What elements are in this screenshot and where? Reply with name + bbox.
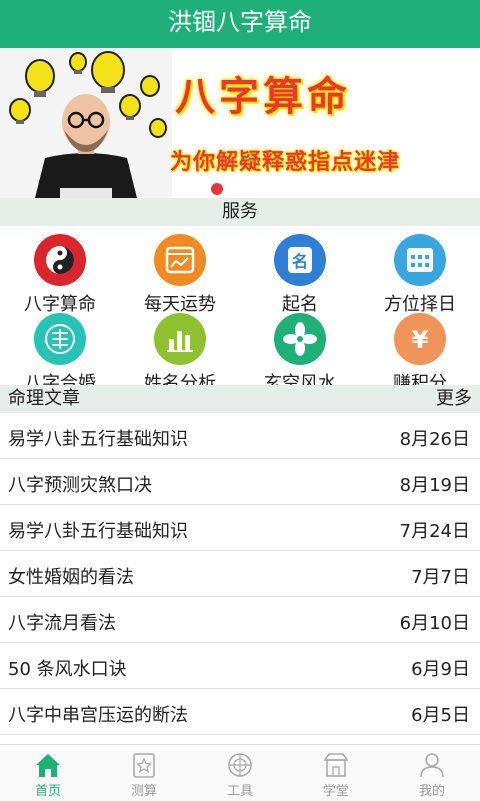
compass-icon bbox=[225, 750, 255, 780]
service-earn-points[interactable]: ¥ 赚积分 bbox=[360, 309, 480, 394]
banner-carousel[interactable]: 八字算命 为你解疑释惑指点迷津 bbox=[0, 48, 480, 198]
tab-label: 工具 bbox=[226, 784, 253, 799]
article-date: 6月9日 bbox=[411, 659, 470, 680]
svg-text:¥: ¥ bbox=[412, 326, 429, 354]
articles-title: 命理文章 bbox=[8, 388, 80, 409]
article-title: 易学八卦五行基础知识 bbox=[8, 429, 188, 450]
article-date: 7月24日 bbox=[399, 521, 470, 542]
yin-yang-icon bbox=[34, 234, 86, 286]
bottom-tab-bar: 首页 测算 工具 学堂 我的 bbox=[0, 744, 480, 801]
user-icon bbox=[417, 750, 447, 780]
banner-subline: 为你解疑释惑指点迷津 bbox=[170, 150, 401, 175]
article-list: 易学八卦五行基础知识 8月26日 八字预测灾煞口决 8月19日 易学八卦五行基础… bbox=[0, 413, 480, 735]
services-section-header: 服务 bbox=[0, 198, 480, 226]
service-date-selection[interactable]: 方位择日 bbox=[360, 230, 480, 315]
article-date: 6月10日 bbox=[399, 613, 470, 634]
service-marriage[interactable]: 八字合婚 bbox=[0, 309, 120, 394]
tab-label: 学堂 bbox=[322, 784, 349, 799]
tab-profile[interactable]: 我的 bbox=[384, 745, 480, 801]
home-icon bbox=[33, 750, 63, 780]
double-happiness-icon bbox=[34, 313, 86, 365]
app-title: 洪锢八字算命 bbox=[168, 8, 312, 36]
services-title: 服务 bbox=[222, 201, 258, 222]
banner-image bbox=[0, 48, 172, 198]
article-title: 女性婚姻的看法 bbox=[8, 567, 134, 588]
list-item[interactable]: 八字中串宫压运的断法 6月5日 bbox=[0, 689, 480, 735]
articles-section-header: 命理文章 更多 bbox=[0, 385, 480, 413]
bar-chart-icon bbox=[154, 313, 206, 365]
list-item[interactable]: 50 条风水口诀 6月9日 bbox=[0, 643, 480, 689]
more-link[interactable]: 更多 bbox=[436, 385, 472, 413]
banner-headline: 八字算命 bbox=[175, 74, 351, 120]
list-item[interactable]: 女性婚姻的看法 7月7日 bbox=[0, 551, 480, 597]
calendar-grid-icon bbox=[394, 234, 446, 286]
tab-calculate[interactable]: 测算 bbox=[96, 745, 192, 801]
list-item[interactable]: 易学八卦五行基础知识 7月24日 bbox=[0, 505, 480, 551]
service-daily-fortune[interactable]: 每天运势 bbox=[120, 230, 240, 315]
list-item[interactable]: 八字预测灾煞口决 8月19日 bbox=[0, 459, 480, 505]
tab-label: 首页 bbox=[34, 784, 61, 799]
article-date: 8月19日 bbox=[399, 475, 470, 496]
service-name-analysis[interactable]: 姓名分析 bbox=[120, 309, 240, 394]
service-fengshui[interactable]: 玄空风水 bbox=[240, 309, 360, 394]
school-icon bbox=[321, 750, 351, 780]
svg-text:名: 名 bbox=[292, 252, 308, 271]
article-date: 6月5日 bbox=[411, 705, 470, 726]
list-item[interactable]: 易学八卦五行基础知识 8月26日 bbox=[0, 413, 480, 459]
yen-icon: ¥ bbox=[394, 313, 446, 365]
tab-label: 测算 bbox=[130, 784, 157, 799]
article-title: 易学八卦五行基础知识 bbox=[8, 521, 188, 542]
article-date: 8月26日 bbox=[399, 429, 470, 450]
star-book-icon bbox=[129, 750, 159, 780]
list-item[interactable]: 八字流月看法 6月10日 bbox=[0, 597, 480, 643]
tab-home[interactable]: 首页 bbox=[0, 745, 96, 801]
fan-icon bbox=[274, 313, 326, 365]
article-date: 7月7日 bbox=[411, 567, 470, 588]
article-title: 八字流月看法 bbox=[8, 613, 116, 634]
tab-school[interactable]: 学堂 bbox=[288, 745, 384, 801]
name-tag-icon: 名 bbox=[274, 234, 326, 286]
service-naming[interactable]: 名 起名 bbox=[240, 230, 360, 315]
calendar-chart-icon bbox=[154, 234, 206, 286]
article-title: 50 条风水口诀 bbox=[8, 659, 127, 680]
article-title: 八字中串宫压运的断法 bbox=[8, 705, 188, 726]
tab-label: 我的 bbox=[418, 784, 445, 799]
carousel-indicator-dot[interactable] bbox=[211, 183, 223, 195]
article-title: 八字预测灾煞口决 bbox=[8, 475, 152, 496]
services-grid: 八字算命 每天运势 名 起名 方位择日 八字合婚 姓名分析 玄空风水 ¥ 赚积分 bbox=[0, 226, 480, 394]
app-header: 洪锢八字算命 bbox=[0, 0, 480, 48]
service-bazi[interactable]: 八字算命 bbox=[0, 230, 120, 315]
tab-tools[interactable]: 工具 bbox=[192, 745, 288, 801]
